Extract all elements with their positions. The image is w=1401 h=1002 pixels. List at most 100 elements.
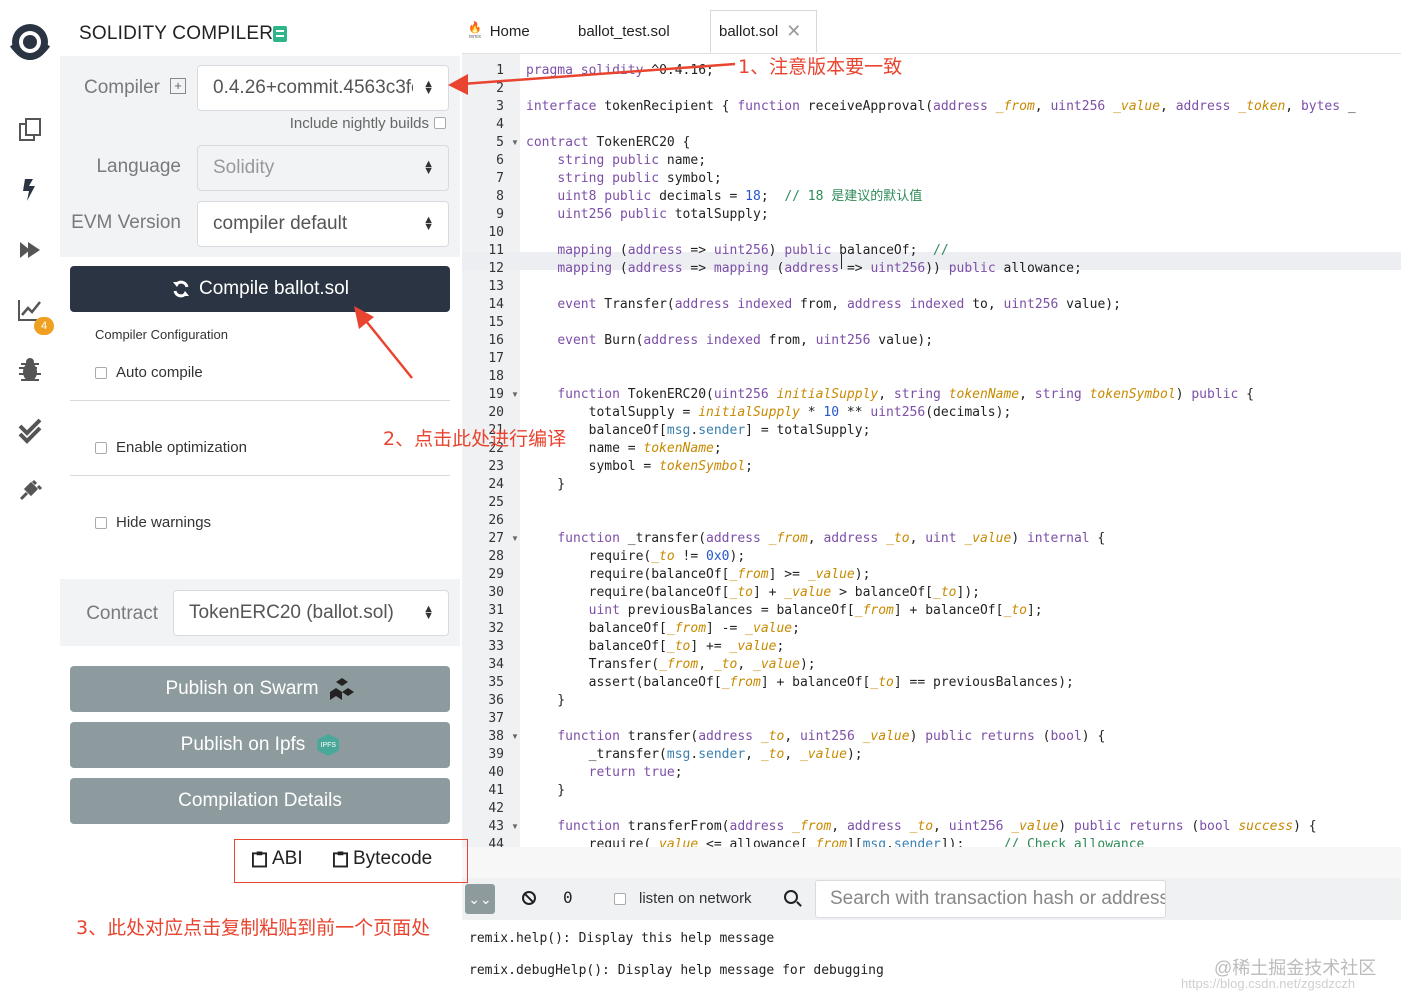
code-line[interactable]: uint previousBalances = balanceOf[_from]… [526,602,1043,620]
fold-arrow-icon[interactable]: ▼ [511,386,519,404]
collapse-terminal-icon[interactable]: ⌄⌄ [465,884,495,914]
compile-button[interactable]: Compile ballot.sol [70,266,450,312]
optimization-option[interactable]: Enable optimization [95,439,247,456]
code-line[interactable]: uint256 public totalSupply; [526,206,768,224]
hide-warnings-label: Hide warnings [116,514,212,531]
code-line[interactable]: function transfer(address _to, uint256 _… [526,728,1105,746]
code-line[interactable]: string public name; [526,152,706,170]
code-line[interactable]: string public symbol; [526,170,721,188]
fold-arrow-icon[interactable]: ▼ [511,728,519,746]
panel-title: SOLIDITY COMPILER [79,23,274,44]
auto-compile-option[interactable]: Auto compile [95,364,203,381]
line-number: 14 [488,297,504,312]
code-line[interactable]: } [526,782,565,800]
docs-book-icon[interactable] [273,26,287,42]
evm-version-label: EVM Version [71,212,181,233]
tab-ballot-test-label: ballot_test.sol [578,23,670,40]
compiler-config-title: Compiler Configuration [95,327,228,342]
code-line[interactable]: require(_value <= allowance[_from][msg.s… [526,836,1145,847]
optimization-checkbox[interactable] [95,441,107,454]
code-line[interactable]: event Transfer(address indexed from, add… [526,296,1121,314]
code-line[interactable]: event Burn(address indexed from, uint256… [526,332,933,350]
compiler-version-select[interactable]: 0.4.26+commit.4563c3fc ▲ ▼ [197,65,449,111]
line-number: 5 [496,135,504,150]
evm-version-select[interactable]: compiler default ▲ ▼ [197,201,449,247]
deploy-run-icon[interactable] [14,234,46,266]
language-value: Solidity [213,157,275,178]
code-line[interactable]: require(balanceOf[_from] >= _value); [526,566,871,584]
code-line[interactable]: Transfer(_from, _to, _value); [526,656,816,674]
hide-warnings-checkbox[interactable] [95,516,107,529]
code-line[interactable]: function transferFrom(address _from, add… [526,818,1316,836]
line-number: 6 [496,153,504,168]
code-line[interactable]: uint8 public decimals = 18; // 18 是建议的默认… [526,188,922,206]
code-line[interactable]: mapping (address => mapping (address => … [526,260,1081,278]
hide-warnings-option[interactable]: Hide warnings [95,514,211,531]
line-number: 41 [488,783,504,798]
language-select[interactable]: Solidity ▲ ▼ [197,145,449,191]
text-cursor [841,254,842,269]
line-number: 16 [488,333,504,348]
publish-ipfs-label: Publish on Ipfs [180,734,306,755]
nightly-builds-checkbox[interactable] [434,117,446,129]
contract-select[interactable]: TokenERC20 (ballot.sol) ▲ ▼ [173,590,449,636]
tab-ballot-sol[interactable]: ballot.sol ✕ [710,10,817,53]
line-number: 32 [488,621,504,636]
code-lines[interactable]: pragma solidity ^0.4.16; interface tokenR… [520,54,1401,847]
code-line[interactable]: _transfer(msg.sender, _to, _value); [526,746,863,764]
fold-arrow-icon[interactable]: ▼ [511,134,519,152]
line-number: 18 [488,369,504,384]
code-line[interactable]: contract TokenERC20 { [526,134,690,152]
code-line[interactable]: symbol = tokenSymbol; [526,458,753,476]
publish-swarm-button[interactable]: Publish on Swarm [70,666,450,712]
annotation-version: 1、注意版本要一致 [738,56,903,78]
code-line[interactable]: return true; [526,764,683,782]
solidity-compiler-icon[interactable] [14,174,46,206]
line-number: 40 [488,765,504,780]
code-line[interactable]: pragma solidity ^0.4.16; [526,62,714,80]
select-caret-icon: ▲ ▼ [423,78,434,97]
line-number: 10 [488,225,504,240]
close-tab-icon[interactable]: ✕ [786,21,801,42]
publish-ipfs-button[interactable]: Publish on Ipfs IPFS [70,722,450,768]
watermark-url: https://blog.csdn.net/zgsdzczh [1181,976,1356,991]
code-line[interactable]: require(balanceOf[_to] + _value > balanc… [526,584,980,602]
fold-arrow-icon[interactable]: ▼ [511,530,519,548]
test-check-icon[interactable] [14,414,46,446]
line-number: 43 [488,819,504,834]
tab-home-label: Home [489,23,530,40]
file-explorer-icon[interactable] [14,114,46,146]
clear-console-icon[interactable] [522,891,536,905]
line-number: 33 [488,639,504,654]
debugger-bug-icon[interactable] [14,354,46,386]
code-line[interactable]: totalSupply = initialSupply * 10 ** uint… [526,404,1012,422]
code-line[interactable]: function TokenERC20(uint256 initialSuppl… [526,386,1254,404]
editor-tabs: 🔥 remix Home ballot_test.sol ballot.sol ✕ [462,10,1401,54]
line-number: 2 [496,81,504,96]
plugin-plug-icon[interactable] [14,474,46,506]
code-line[interactable]: mapping (address => uint256) public bala… [526,242,948,260]
line-number: 3 [496,99,504,114]
code-line[interactable]: function _transfer(address _from, addres… [526,530,1105,548]
code-line[interactable]: balanceOf[msg.sender] = totalSupply; [526,422,871,440]
code-line[interactable]: } [526,692,565,710]
tab-ballot-test[interactable]: ballot_test.sol [578,10,670,53]
pending-tx-count: 0 [563,888,573,907]
listen-network-checkbox[interactable] [614,893,626,905]
remix-logo-icon[interactable] [5,20,55,70]
annotation-box [234,839,468,883]
code-line[interactable]: balanceOf[_from] -= _value; [526,620,800,638]
code-line[interactable]: } [526,476,565,494]
tx-search-input[interactable]: Search with transaction hash or address [815,880,1166,918]
auto-compile-label: Auto compile [116,364,203,381]
code-line[interactable]: balanceOf[_to] += _value; [526,638,785,656]
code-line[interactable]: assert(balanceOf[_from] + balanceOf[_to]… [526,674,1074,692]
fold-arrow-icon[interactable]: ▼ [511,818,519,836]
compilation-details-button[interactable]: Compilation Details [70,778,450,824]
line-number: 7 [496,171,504,186]
code-line[interactable]: interface tokenRecipient { function rece… [526,98,1356,116]
tab-home[interactable]: 🔥 remix Home [468,10,530,53]
code-line[interactable]: require(_to != 0x0); [526,548,746,566]
auto-compile-checkbox[interactable] [95,366,107,379]
add-compiler-icon[interactable]: + [170,78,186,94]
